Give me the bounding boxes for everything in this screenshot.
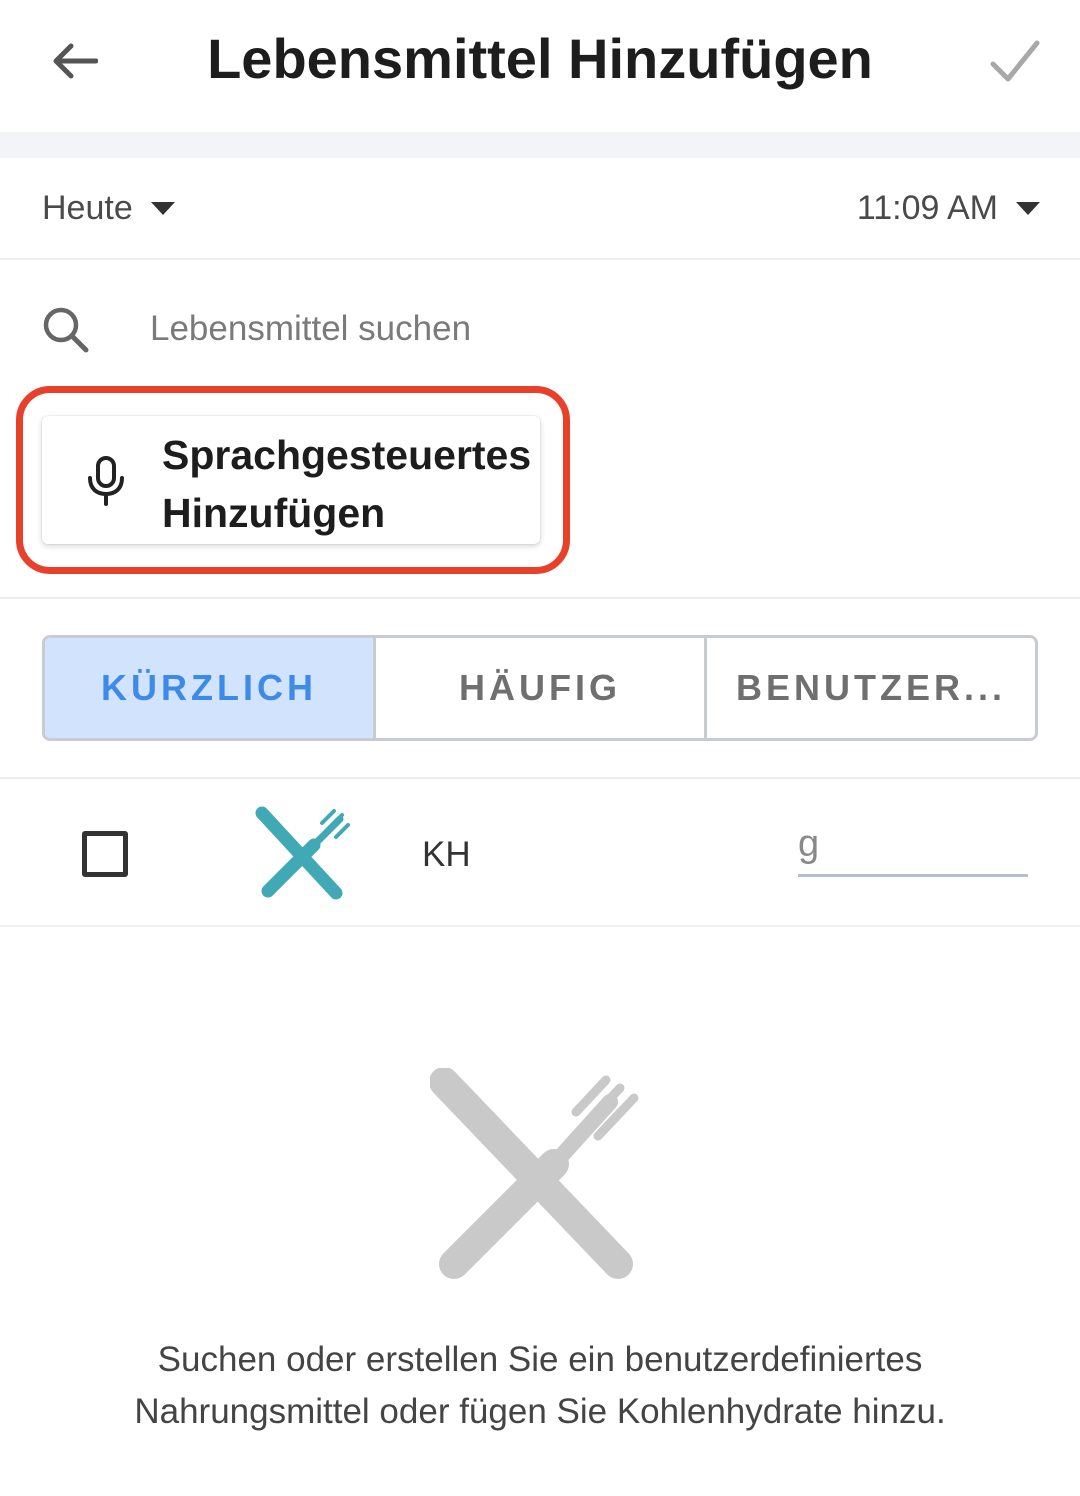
knife-fork-icon bbox=[430, 1068, 639, 1279]
empty-state-message: Suchen oder erstellen Sie ein benutzerde… bbox=[134, 1340, 946, 1431]
voice-add-label: Sprachgesteuertes Hinzufügen bbox=[162, 432, 532, 536]
voice-add-button[interactable]: Sprachgesteuertes Hinzufügen bbox=[42, 416, 540, 544]
check-icon bbox=[990, 40, 1040, 82]
carb-label: KH bbox=[422, 835, 471, 874]
carb-checkbox[interactable] bbox=[82, 831, 128, 877]
tab-recent[interactable]: KÜRZLICH bbox=[45, 638, 373, 738]
arrow-left-icon bbox=[53, 43, 98, 79]
caret-down-icon bbox=[1016, 201, 1040, 215]
tab-frequent[interactable]: HÄUFIG bbox=[373, 638, 704, 738]
grams-input[interactable]: g bbox=[798, 823, 1028, 877]
app-header: Lebensmittel Hinzufügen bbox=[0, 0, 1080, 132]
grams-unit: g bbox=[798, 823, 820, 865]
tab-custom[interactable]: BENUTZER... bbox=[704, 638, 1035, 738]
carb-entry-row: KH g bbox=[0, 779, 1080, 925]
search-icon bbox=[42, 306, 90, 354]
search-bar bbox=[0, 270, 1080, 380]
time-value: 11:09 AM bbox=[856, 188, 998, 227]
time-dropdown[interactable]: 11:09 AM bbox=[857, 186, 1040, 230]
divider bbox=[0, 925, 1080, 927]
confirm-button[interactable] bbox=[980, 28, 1050, 94]
date-value: Heute bbox=[42, 188, 133, 227]
knife-fork-icon bbox=[255, 806, 350, 900]
header-separator bbox=[0, 132, 1080, 158]
caret-down-icon bbox=[150, 201, 175, 215]
divider bbox=[0, 597, 1080, 599]
food-tabs: KÜRZLICH HÄUFIG BENUTZER... bbox=[42, 635, 1038, 741]
page-title: Lebensmittel Hinzufügen bbox=[207, 27, 873, 90]
search-input[interactable] bbox=[150, 304, 1030, 354]
date-dropdown[interactable]: Heute bbox=[42, 186, 175, 230]
back-button[interactable] bbox=[40, 30, 110, 92]
add-food-screen: Lebensmittel Hinzufügen Heute 11:09 AM L… bbox=[0, 0, 1080, 1496]
date-time-row: Heute 11:09 AM bbox=[0, 158, 1080, 260]
microphone-icon bbox=[88, 456, 124, 506]
